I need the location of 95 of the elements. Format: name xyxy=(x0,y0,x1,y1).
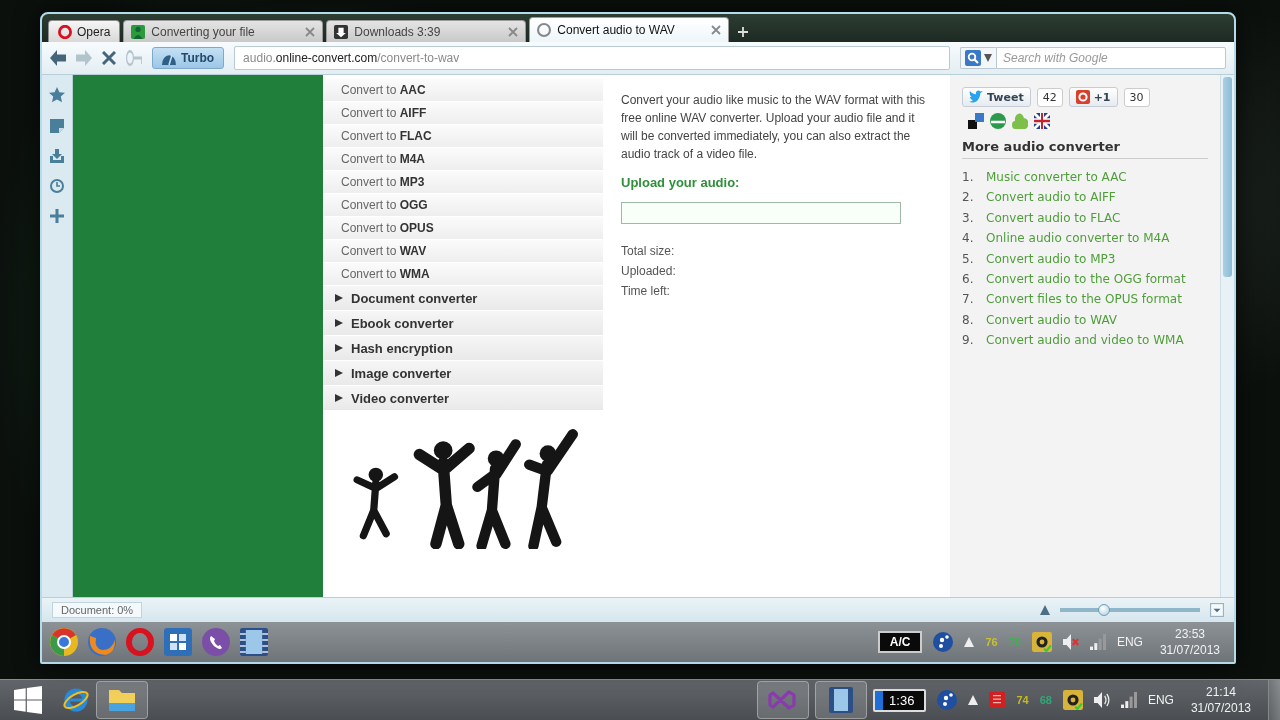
format-link[interactable]: Convert to WAV xyxy=(341,244,427,258)
status-text: Document: 0% xyxy=(52,602,143,618)
download-icon[interactable] xyxy=(50,149,64,163)
format-link[interactable]: Convert to MP3 xyxy=(341,175,425,189)
search-field[interactable]: Search with Google xyxy=(996,47,1226,69)
bird-icon xyxy=(969,90,983,104)
turbo-button[interactable]: Turbo xyxy=(152,47,225,69)
loading-ring-icon xyxy=(537,23,552,37)
caret-icon xyxy=(335,344,343,352)
battery-indicator[interactable]: 1:36 xyxy=(873,688,927,712)
chevron-up-icon[interactable] xyxy=(968,695,979,705)
upload-info-label: Time left: xyxy=(621,284,670,298)
clock-time[interactable]: 21:14 xyxy=(1205,685,1236,700)
format-link[interactable]: Convert to WMA xyxy=(341,267,430,281)
person-tile-icon xyxy=(131,24,146,39)
speaker-icon[interactable] xyxy=(1093,692,1110,708)
caret-icon xyxy=(984,54,992,62)
film-strip-icon[interactable] xyxy=(815,681,868,719)
count-bubble: 42 xyxy=(1036,87,1063,107)
signal-bars-icon[interactable] xyxy=(1120,692,1137,708)
plus-icon xyxy=(738,27,749,37)
search-engine-icon xyxy=(965,50,981,66)
clock-date[interactable]: 31/07/2013 xyxy=(1190,700,1251,715)
browser-tab[interactable]: Converting your file xyxy=(123,20,324,42)
format-link[interactable]: Convert to FLAC xyxy=(341,129,432,143)
clock-date[interactable]: 31/07/2013 xyxy=(1159,642,1220,657)
tweet-button[interactable]: Tweet xyxy=(962,87,1031,107)
upload-info-label: Total size: xyxy=(621,244,675,258)
minus-circle-icon[interactable] xyxy=(990,113,1006,129)
browser-tab[interactable]: Downloads 3:39 xyxy=(326,20,527,42)
film-strip-icon[interactable] xyxy=(240,628,268,656)
count-bubble: 30 xyxy=(1123,87,1150,107)
opera-menu-button[interactable]: Opera xyxy=(48,20,121,42)
squares-icon[interactable] xyxy=(968,113,984,129)
scrollbar-thumb[interactable] xyxy=(1223,77,1232,277)
list-number: 3. xyxy=(962,209,975,227)
ribbon-logo-icon[interactable] xyxy=(757,681,810,719)
list-number: 5. xyxy=(962,250,975,268)
folder-icon[interactable] xyxy=(96,681,148,719)
ring-logo-icon xyxy=(58,24,72,39)
intro-paragraph: Convert your audio like music to the WAV format with this free online WAV converter. Upload your audio file and it will be converted immediately, you can also extract the audio track of a video file. xyxy=(621,92,927,163)
list-number: 2. xyxy=(962,189,975,207)
dropdown-icon[interactable] xyxy=(1210,603,1224,617)
zoom-slider-thumb[interactable] xyxy=(1098,604,1111,616)
card-icon[interactable] xyxy=(989,692,1006,708)
caret-icon xyxy=(335,369,343,377)
list-number: 4. xyxy=(962,230,975,248)
caret-icon xyxy=(335,294,343,302)
scrollbar-track[interactable] xyxy=(1220,75,1234,597)
search-engine-button[interactable] xyxy=(960,47,996,69)
list-number: 9. xyxy=(962,332,975,350)
flag-icon[interactable] xyxy=(1034,113,1050,129)
address-field[interactable]: audio.online-convert.com/convert-to-wav xyxy=(234,46,950,70)
format-link[interactable]: Convert to AAC xyxy=(341,83,426,97)
list-number: 1. xyxy=(962,169,975,186)
close-icon[interactable] xyxy=(305,26,316,37)
plus-icon[interactable] xyxy=(50,209,64,223)
upload-info-label: Uploaded: xyxy=(621,264,676,278)
triangle-icon[interactable] xyxy=(1040,605,1050,615)
dotted-circle-icon[interactable] xyxy=(937,690,958,710)
close-icon[interactable] xyxy=(711,25,722,35)
file-field[interactable] xyxy=(621,202,901,224)
list-number: 6. xyxy=(962,270,975,288)
clock-icon[interactable] xyxy=(50,179,64,193)
tricolor-circle-icon[interactable] xyxy=(50,628,78,656)
disc-badge-icon[interactable] xyxy=(1062,690,1083,710)
format-link[interactable]: Convert to OGG xyxy=(341,198,428,212)
upload-label: Upload your audio: xyxy=(621,175,740,190)
browser-tab[interactable]: Convert audio to WAV xyxy=(529,17,730,42)
badge-icon xyxy=(1075,90,1090,104)
app-tile-icon[interactable] xyxy=(164,628,192,656)
close-icon[interactable] xyxy=(508,26,519,37)
caret-icon xyxy=(335,394,343,402)
chevron-up-icon[interactable] xyxy=(964,637,975,647)
section-heading: More audio converter xyxy=(962,139,1208,159)
phone-bubble-icon[interactable] xyxy=(202,628,230,656)
dotted-circle-icon[interactable] xyxy=(933,632,954,652)
language-indicator[interactable]: ENG xyxy=(1147,693,1174,707)
back-icon[interactable] xyxy=(50,50,66,66)
start-icon xyxy=(14,686,42,714)
note-icon[interactable] xyxy=(50,119,64,133)
caret-icon xyxy=(335,319,343,327)
format-link[interactable]: Convert to M4A xyxy=(341,152,426,166)
list-number: 7. xyxy=(962,291,975,309)
disc-badge-icon[interactable] xyxy=(1031,632,1052,652)
list-number: 8. xyxy=(962,311,975,329)
star-icon[interactable] xyxy=(49,87,65,103)
download-tile-icon xyxy=(334,24,349,39)
signal-bars-icon[interactable] xyxy=(1089,634,1106,650)
plus-one-button[interactable]: +1 xyxy=(1068,87,1118,107)
close-icon[interactable] xyxy=(102,51,116,65)
muted-speaker-icon[interactable] xyxy=(1062,634,1079,650)
ring-orbit-icon[interactable] xyxy=(62,686,90,714)
format-link[interactable]: Convert to AIFF xyxy=(341,106,427,120)
battery-indicator[interactable]: A/C xyxy=(877,631,923,653)
